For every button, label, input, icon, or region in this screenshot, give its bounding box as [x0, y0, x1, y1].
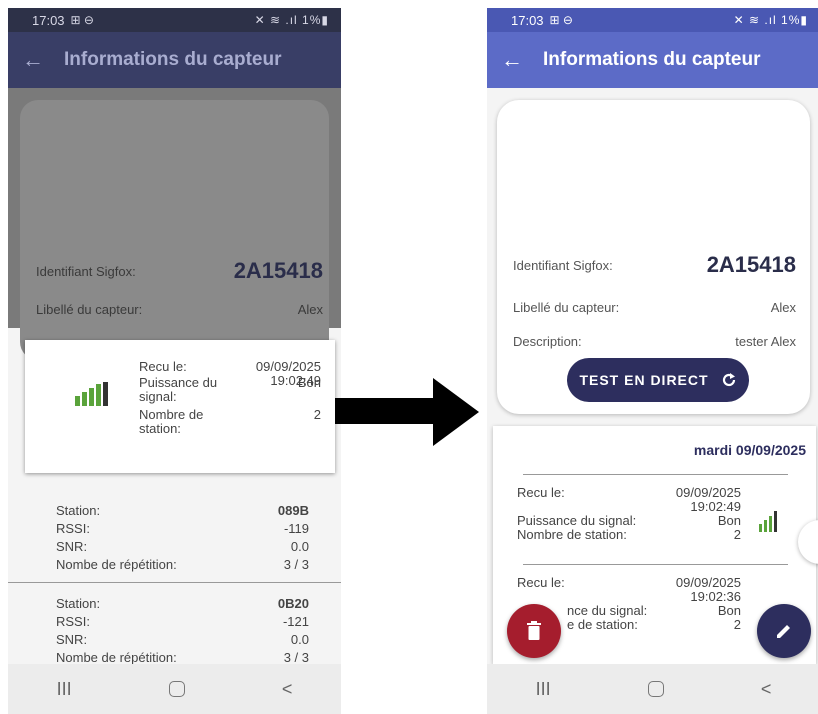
received-time: 19:02:49 — [690, 499, 741, 514]
home-button[interactable] — [168, 681, 185, 697]
received-value: 09/09/2025 19:02:36 — [676, 576, 741, 604]
transition-arrow-icon — [335, 378, 479, 446]
sensor-row: Libellé du capteur: Alex — [513, 300, 796, 315]
description-value: tester Alex — [735, 334, 796, 349]
station-label: Station: — [56, 503, 101, 518]
stations-row: Nombre de station: 2 — [139, 408, 321, 436]
status-time: 17:03 — [511, 12, 544, 28]
received-date: 09/09/2025 — [675, 575, 741, 590]
station-id: 089B — [277, 503, 309, 518]
recents-button[interactable]: III — [536, 679, 551, 700]
app-bar: ← Informations du capteur — [487, 32, 818, 88]
stations-value: 2 — [733, 617, 741, 632]
dimmed-background: Identifiant Sigfox: 2A15418 Libellé du c… — [8, 88, 341, 360]
page-title: Informations du capteur — [64, 49, 282, 70]
rssi-value: -119 — [283, 521, 309, 536]
left-phone-screen: 17:03 ⊞ ⊖ ✕ ≋ .ıl 1%▮ ← Informations du … — [8, 8, 341, 714]
nav-back-button[interactable]: < — [761, 679, 772, 700]
stations-label: Nombre de station: — [139, 407, 204, 436]
message-detail-popup: Recu le: 09/09/2025 19:02:49 Puissance d… — [25, 340, 335, 473]
sensor-value: Alex — [297, 302, 323, 317]
status-bar: 17:03 ⊞ ⊖ ✕ ≋ .ıl 1%▮ — [487, 8, 818, 32]
stations-value: 2 — [313, 407, 321, 422]
received-date: 09/09/2025 — [675, 485, 741, 500]
stations-list: Station: 089B RSSI: -119 SNR: 0.0 Nombe de … — [8, 490, 341, 675]
status-right-icons: ✕ ≋ .ıl 1%▮ — [733, 13, 808, 27]
station-label: Station: — [56, 596, 101, 611]
sensor-row: Libellé du capteur: Alex — [36, 302, 323, 317]
description-label: Description: — [513, 334, 582, 349]
page-title: Informations du capteur — [543, 49, 761, 70]
snr-value: 0.0 — [290, 632, 309, 647]
signal-strength-icon — [759, 511, 777, 532]
app-bar: ← Informations du capteur — [8, 32, 341, 88]
station-id: 0B20 — [277, 596, 309, 611]
rssi-label: RSSI: — [56, 614, 90, 629]
snr-label: SNR: — [56, 632, 88, 647]
sigfox-row: Identifiant Sigfox: 2A15418 — [513, 252, 796, 278]
signal-label: nce du signal: — [567, 603, 648, 618]
right-phone-screen: 17:03 ⊞ ⊖ ✕ ≋ .ıl 1%▮ ← Informations du … — [487, 8, 818, 714]
sigfox-label: Identifiant Sigfox: — [513, 257, 613, 273]
back-arrow-icon[interactable]: ← — [487, 47, 537, 73]
android-nav-bar: III < — [487, 664, 818, 714]
rssi-label: RSSI: — [56, 521, 90, 536]
sigfox-id: 2A15418 — [233, 258, 323, 283]
back-arrow-icon[interactable]: ← — [8, 47, 58, 73]
received-time: 19:02:36 — [690, 589, 741, 604]
received-value: 09/09/2025 19:02:49 — [676, 486, 741, 514]
history-date: mardi 09/09/2025 — [693, 442, 806, 458]
edit-fab[interactable] — [757, 604, 811, 658]
repetition-label: Nombe de répétition: — [56, 557, 177, 572]
test-live-button[interactable]: TEST EN DIRECT — [567, 358, 749, 402]
divider — [523, 474, 788, 475]
signal-strength-icon — [75, 382, 108, 406]
home-button[interactable] — [647, 681, 664, 697]
station-item: Station: 089B RSSI: -119 SNR: 0.0 Nombe de … — [8, 490, 341, 582]
sensor-label: Libellé du capteur: — [513, 300, 620, 315]
signal-value: Bon — [717, 603, 741, 618]
station-item: Station: 0B20 RSSI: -121 SNR: 0.0 Nombe de … — [8, 582, 341, 675]
history-entry[interactable]: Recu le: 09/09/2025 19:02:49 Puissance du… — [517, 486, 741, 542]
sensor-info-card: Identifiant Sigfox: 2A15418 Libellé du c… — [497, 100, 810, 414]
test-live-label: TEST EN DIRECT — [579, 372, 709, 388]
trash-icon — [527, 621, 541, 640]
status-right-icons: ✕ ≋ .ıl 1%▮ — [254, 13, 329, 27]
stations-value: 2 — [733, 527, 741, 542]
sensor-value: Alex — [770, 300, 796, 315]
received-date: 09/09/2025 — [255, 359, 321, 374]
status-time: 17:03 — [32, 12, 65, 28]
rssi-value: -121 — [282, 614, 309, 629]
signal-label: Puissance du signal: — [139, 375, 218, 404]
delete-fab[interactable] — [507, 604, 561, 658]
sensor-label: Libellé du capteur: — [36, 302, 143, 317]
repetition-value: 3 / 3 — [283, 557, 309, 572]
nav-back-button[interactable]: < — [282, 679, 293, 700]
sigfox-id: 2A15418 — [706, 252, 796, 277]
popup-details: Recu le: 09/09/2025 19:02:49 Puissance d… — [139, 360, 321, 438]
status-left-icons: ⊞ ⊖ — [549, 13, 573, 27]
pencil-icon — [777, 625, 790, 638]
sigfox-row: Identifiant Sigfox: 2A15418 — [36, 258, 323, 284]
snr-label: SNR: — [56, 539, 88, 554]
refresh-icon — [722, 373, 735, 387]
stations-label: e de station: — [567, 617, 638, 632]
divider — [523, 564, 788, 565]
stations-label: Nombre de station: — [517, 527, 627, 542]
android-nav-bar: III < — [8, 664, 341, 714]
snr-value: 0.0 — [290, 539, 309, 554]
info-card-dimmed — [20, 100, 329, 360]
signal-value: Bon — [297, 375, 321, 390]
received-label: Recu le: — [517, 575, 565, 590]
signal-label: Puissance du signal: — [517, 513, 637, 528]
recents-button[interactable]: III — [57, 679, 72, 700]
received-label: Recu le: — [517, 485, 565, 500]
status-left-icons: ⊞ ⊖ — [70, 13, 94, 27]
sigfox-label: Identifiant Sigfox: — [36, 263, 136, 279]
status-bar: 17:03 ⊞ ⊖ ✕ ≋ .ıl 1%▮ — [8, 8, 341, 32]
signal-value: Bon — [717, 513, 741, 528]
description-row: Description: tester Alex — [513, 334, 796, 349]
